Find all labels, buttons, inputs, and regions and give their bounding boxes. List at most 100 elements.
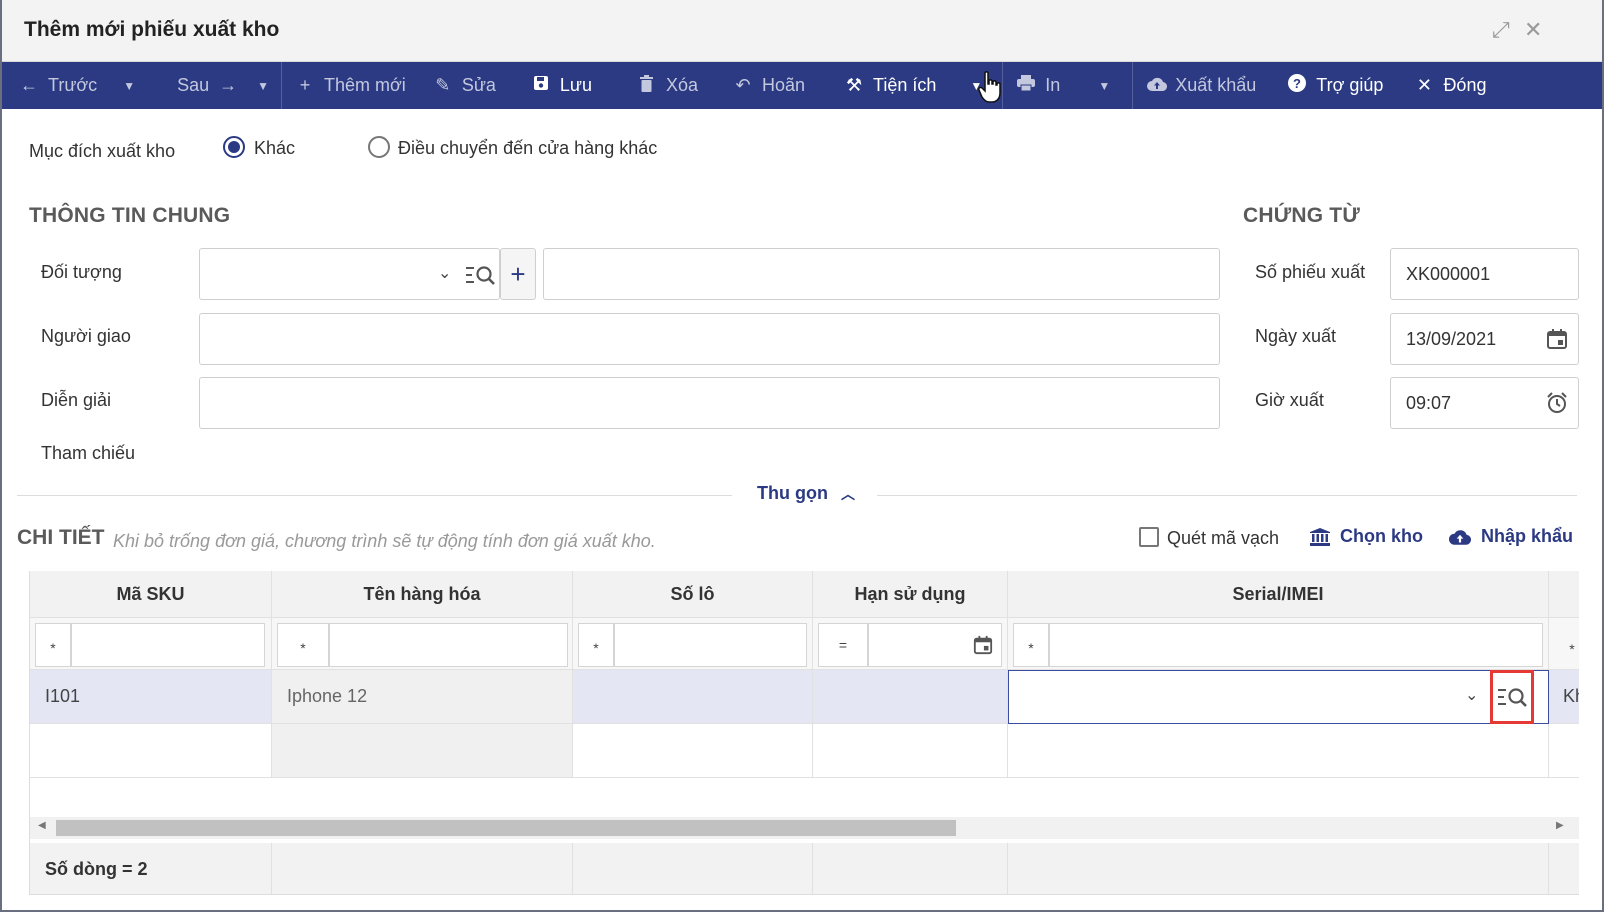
scan-barcode-checkbox[interactable] — [1139, 527, 1159, 547]
filter-input-lot[interactable] — [614, 623, 807, 667]
edit-button[interactable]: ✎ Sửa — [420, 62, 510, 109]
dien-giai-field[interactable] — [199, 377, 1220, 429]
hand-cursor-icon — [978, 71, 1001, 103]
scroll-right-icon[interactable]: ▶ — [1556, 820, 1564, 831]
utilities-label: Tiện ích — [873, 75, 937, 95]
export-label: Xuất khẩu — [1175, 75, 1257, 95]
title-bar: Thêm mới phiếu xuất kho ⤢ ✕ — [2, 0, 1602, 62]
tools-icon: ⚒ — [845, 75, 863, 95]
cell-sku[interactable]: I101 — [30, 670, 272, 724]
print-dropdown-caret-icon[interactable]: ▼ — [1074, 62, 1132, 109]
add-button[interactable]: + Thêm mới — [282, 62, 420, 109]
next-button[interactable]: Sau → — [163, 62, 251, 109]
collapse-toggle[interactable]: Thu gọn ︿ — [757, 483, 855, 504]
voucher-date-value: 13/09/2021 — [1406, 328, 1497, 349]
empty-cell[interactable] — [573, 724, 813, 778]
search-list-icon[interactable] — [466, 264, 496, 286]
undo-label: Hoãn — [762, 75, 806, 95]
delete-button[interactable]: Xóa — [606, 62, 712, 109]
calendar-icon[interactable] — [973, 635, 993, 655]
scan-barcode-label: Quét mã vạch — [1167, 528, 1280, 548]
column-header-name[interactable]: Tên hàng hóa — [272, 571, 573, 618]
detail-grid: Mã SKU Tên hàng hóa Số lô Hạn sử dụng Se… — [29, 571, 1579, 895]
filter-input-expiry[interactable] — [868, 623, 1002, 667]
column-header-next[interactable] — [1549, 571, 1579, 618]
help-button[interactable]: ? Trợ giúp — [1270, 62, 1397, 109]
bank-icon — [1310, 527, 1330, 546]
voucher-section-title: CHỨNG TỪ — [1243, 204, 1360, 227]
filter-op-serial[interactable]: * — [1013, 623, 1049, 667]
save-button[interactable]: Lưu — [510, 62, 606, 109]
print-button[interactable]: In — [1003, 62, 1074, 109]
general-section-title: THÔNG TIN CHUNG — [29, 204, 231, 227]
filter-op-next[interactable]: * — [1554, 623, 1579, 667]
undo-button[interactable]: ↶ Hoãn — [712, 62, 819, 109]
filter-input-serial[interactable] — [1049, 623, 1543, 667]
prev-dropdown-caret-icon[interactable]: ▼ — [111, 62, 147, 109]
prev-button[interactable]: ← Trước — [2, 62, 111, 109]
filter-input-name[interactable] — [329, 623, 568, 667]
choose-store-link[interactable]: Chọn kho — [1310, 526, 1423, 547]
filter-op-lot[interactable]: * — [578, 623, 614, 667]
voucher-date-label: Ngày xuất — [1255, 326, 1337, 346]
filter-op-name[interactable]: * — [277, 623, 329, 667]
empty-cell[interactable] — [272, 724, 573, 778]
doi-tuong-name-field[interactable] — [543, 248, 1220, 300]
collapse-label: Thu gọn — [757, 483, 828, 503]
scrollbar-thumb[interactable] — [56, 820, 956, 836]
export-button[interactable]: Xuất khẩu — [1133, 62, 1270, 109]
trash-icon — [638, 74, 656, 97]
column-header-lot[interactable]: Số lô — [573, 571, 813, 618]
expand-icon[interactable]: ⤢ — [1492, 18, 1510, 42]
voucher-number-label: Số phiếu xuất — [1255, 262, 1366, 282]
column-header-sku[interactable]: Mã SKU — [30, 571, 272, 618]
purpose-radio-other[interactable] — [223, 136, 245, 158]
chevron-down-icon[interactable]: ⌄ — [1465, 685, 1478, 705]
serial-search-button[interactable] — [1490, 670, 1534, 724]
help-label: Trợ giúp — [1316, 75, 1384, 95]
column-header-serial[interactable]: Serial/IMEI — [1008, 571, 1549, 618]
pencil-icon: ✎ — [435, 75, 451, 95]
empty-cell[interactable] — [30, 724, 272, 778]
cell-serial-editor[interactable]: ⌄ — [1008, 670, 1549, 724]
next-dropdown-caret-icon[interactable]: ▼ — [251, 62, 281, 109]
add-label: Thêm mới — [324, 75, 406, 95]
tham-chieu-label: Tham chiếu — [41, 443, 136, 463]
row-count: Số dòng = 2 — [30, 843, 272, 894]
doi-tuong-label: Đối tượng — [41, 262, 122, 282]
close-button[interactable]: ✕ Đóng — [1397, 62, 1500, 109]
x-icon: ✕ — [1416, 75, 1432, 95]
nguoi-giao-field[interactable] — [199, 313, 1220, 365]
nguoi-giao-label: Người giao — [41, 326, 131, 346]
voucher-date-field[interactable]: 13/09/2021 — [1390, 313, 1579, 365]
dialog-title: Thêm mới phiếu xuất kho — [24, 18, 280, 41]
horizontal-scrollbar[interactable]: ◀ ▶ — [30, 817, 1579, 839]
empty-cell[interactable] — [813, 724, 1008, 778]
footer-cell — [573, 843, 813, 894]
voucher-number-field[interactable]: XK000001 — [1390, 248, 1579, 300]
filter-expiry: = — [813, 618, 1008, 670]
utilities-button[interactable]: ⚒ Tiện ích — [819, 62, 950, 109]
dien-giai-label: Diễn giải — [41, 390, 112, 410]
filter-op-expiry[interactable]: = — [818, 623, 868, 667]
filter-op-sku[interactable]: * — [35, 623, 71, 667]
scroll-left-icon[interactable]: ◀ — [38, 820, 46, 831]
empty-cell[interactable] — [1008, 724, 1549, 778]
filter-input-sku[interactable] — [71, 623, 265, 667]
cell-next[interactable]: Kh — [1549, 670, 1579, 724]
column-header-expiry[interactable]: Hạn sử dụng — [813, 571, 1008, 618]
alarm-clock-icon[interactable] — [1546, 392, 1568, 414]
cell-name[interactable]: Iphone 12 — [272, 670, 573, 724]
cell-lot[interactable] — [573, 670, 813, 724]
close-icon[interactable]: ✕ — [1524, 18, 1542, 42]
voucher-time-field[interactable]: 09:07 — [1390, 377, 1579, 429]
empty-cell[interactable] — [1549, 724, 1579, 778]
question-circle-icon: ? — [1288, 74, 1307, 97]
import-link[interactable]: Nhập khẩu — [1449, 526, 1573, 547]
purpose-radio-transfer[interactable] — [368, 136, 390, 158]
doi-tuong-select[interactable]: ⌄ — [199, 248, 500, 300]
calendar-icon[interactable] — [1546, 328, 1568, 350]
add-object-button[interactable]: + — [500, 248, 536, 300]
voucher-time-value: 09:07 — [1406, 392, 1452, 413]
cell-expiry[interactable] — [813, 670, 1008, 724]
